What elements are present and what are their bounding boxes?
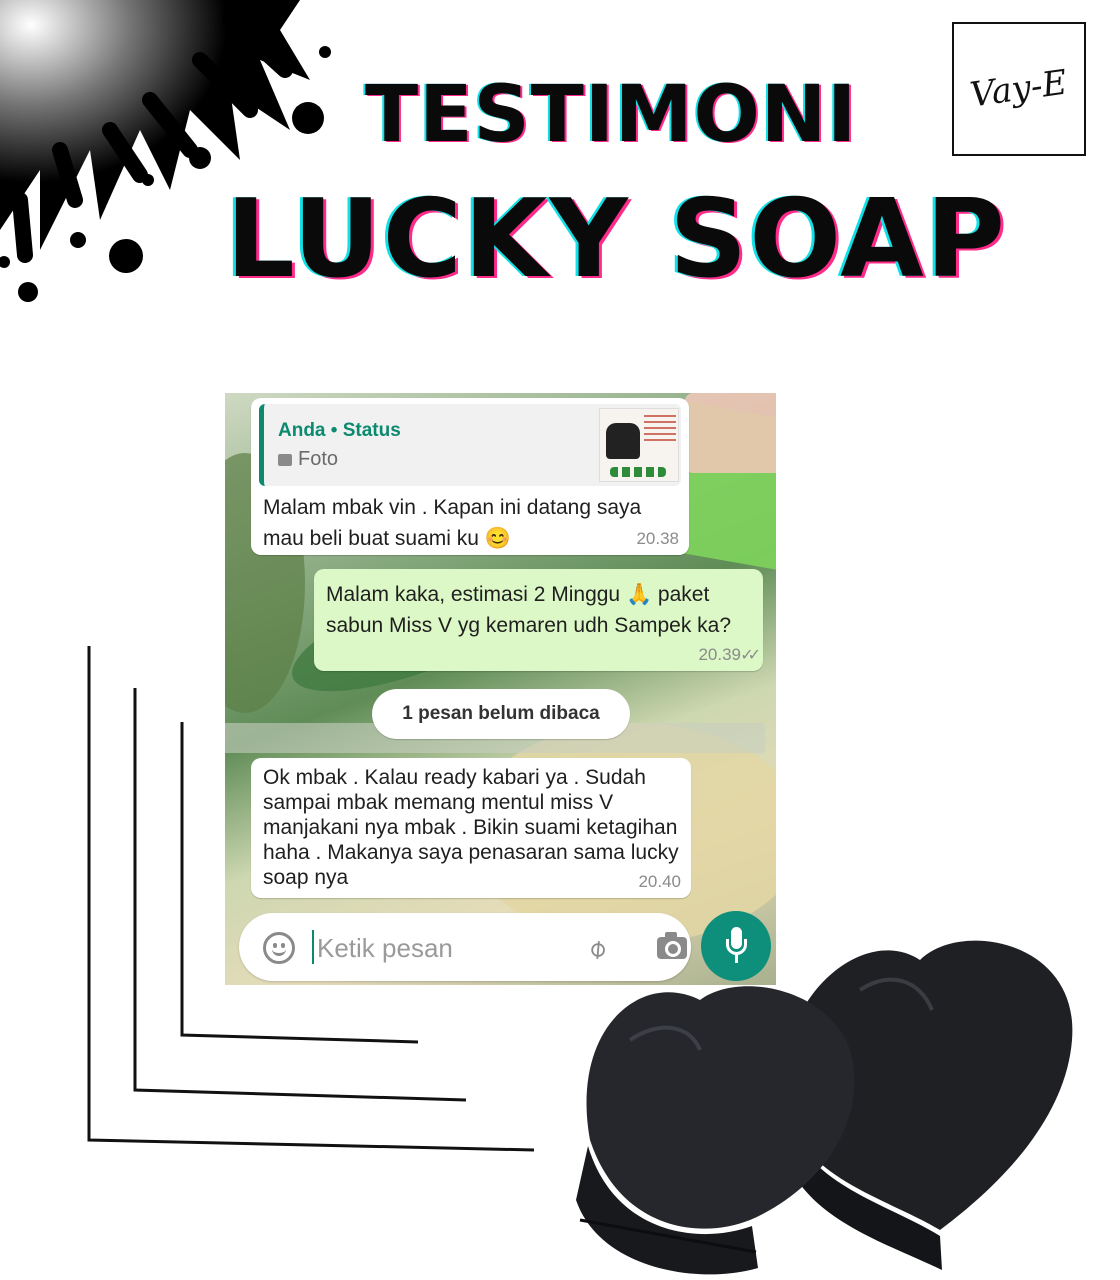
quoted-status-reply[interactable]: Anda • Status Foto — [259, 404, 681, 486]
incoming-message-1[interactable]: Anda • Status Foto Malam mbak vin . Kapa… — [251, 398, 689, 555]
brand-logo-text: Vay-E — [968, 62, 1070, 116]
message-input[interactable]: Ketik pesan — [317, 933, 453, 964]
testimoni-heading: TESTIMONI — [365, 70, 858, 160]
quoted-type-label: Foto — [298, 448, 339, 470]
message-text: Malam kaka, estimasi 2 Minggu 🙏 paket sa… — [326, 583, 732, 637]
incoming-message-2[interactable]: Ok mbak . Kalau ready kabari ya . Sudah … — [251, 758, 691, 898]
chat-background-soap — [685, 393, 776, 473]
lucky-soap-heading: LUCKY SOAP — [226, 177, 1007, 302]
outgoing-message[interactable]: Malam kaka, estimasi 2 Minggu 🙏 paket sa… — [314, 569, 763, 671]
unread-messages-divider: 1 pesan belum dibaca — [372, 689, 630, 739]
heart-soap-image — [576, 940, 1073, 1275]
emoji-icon[interactable] — [263, 932, 295, 964]
message-time: 20.39 — [698, 645, 741, 664]
message-time: 20.40 — [638, 872, 681, 891]
brand-logo: Vay-E — [952, 22, 1086, 156]
status-photo-thumbnail[interactable] — [599, 408, 679, 482]
message-time: 20.38 — [636, 529, 679, 548]
read-receipt-icon: ✓✓ — [740, 647, 761, 664]
message-text: Ok mbak . Kalau ready kabari ya . Sudah … — [263, 766, 679, 889]
text-caret — [312, 930, 314, 964]
chat-screenshot: Anda • Status Foto Malam mbak vin . Kapa… — [225, 393, 776, 985]
photo-icon — [278, 453, 292, 466]
message-text: Malam mbak vin . Kapan ini datang saya m… — [263, 496, 642, 550]
